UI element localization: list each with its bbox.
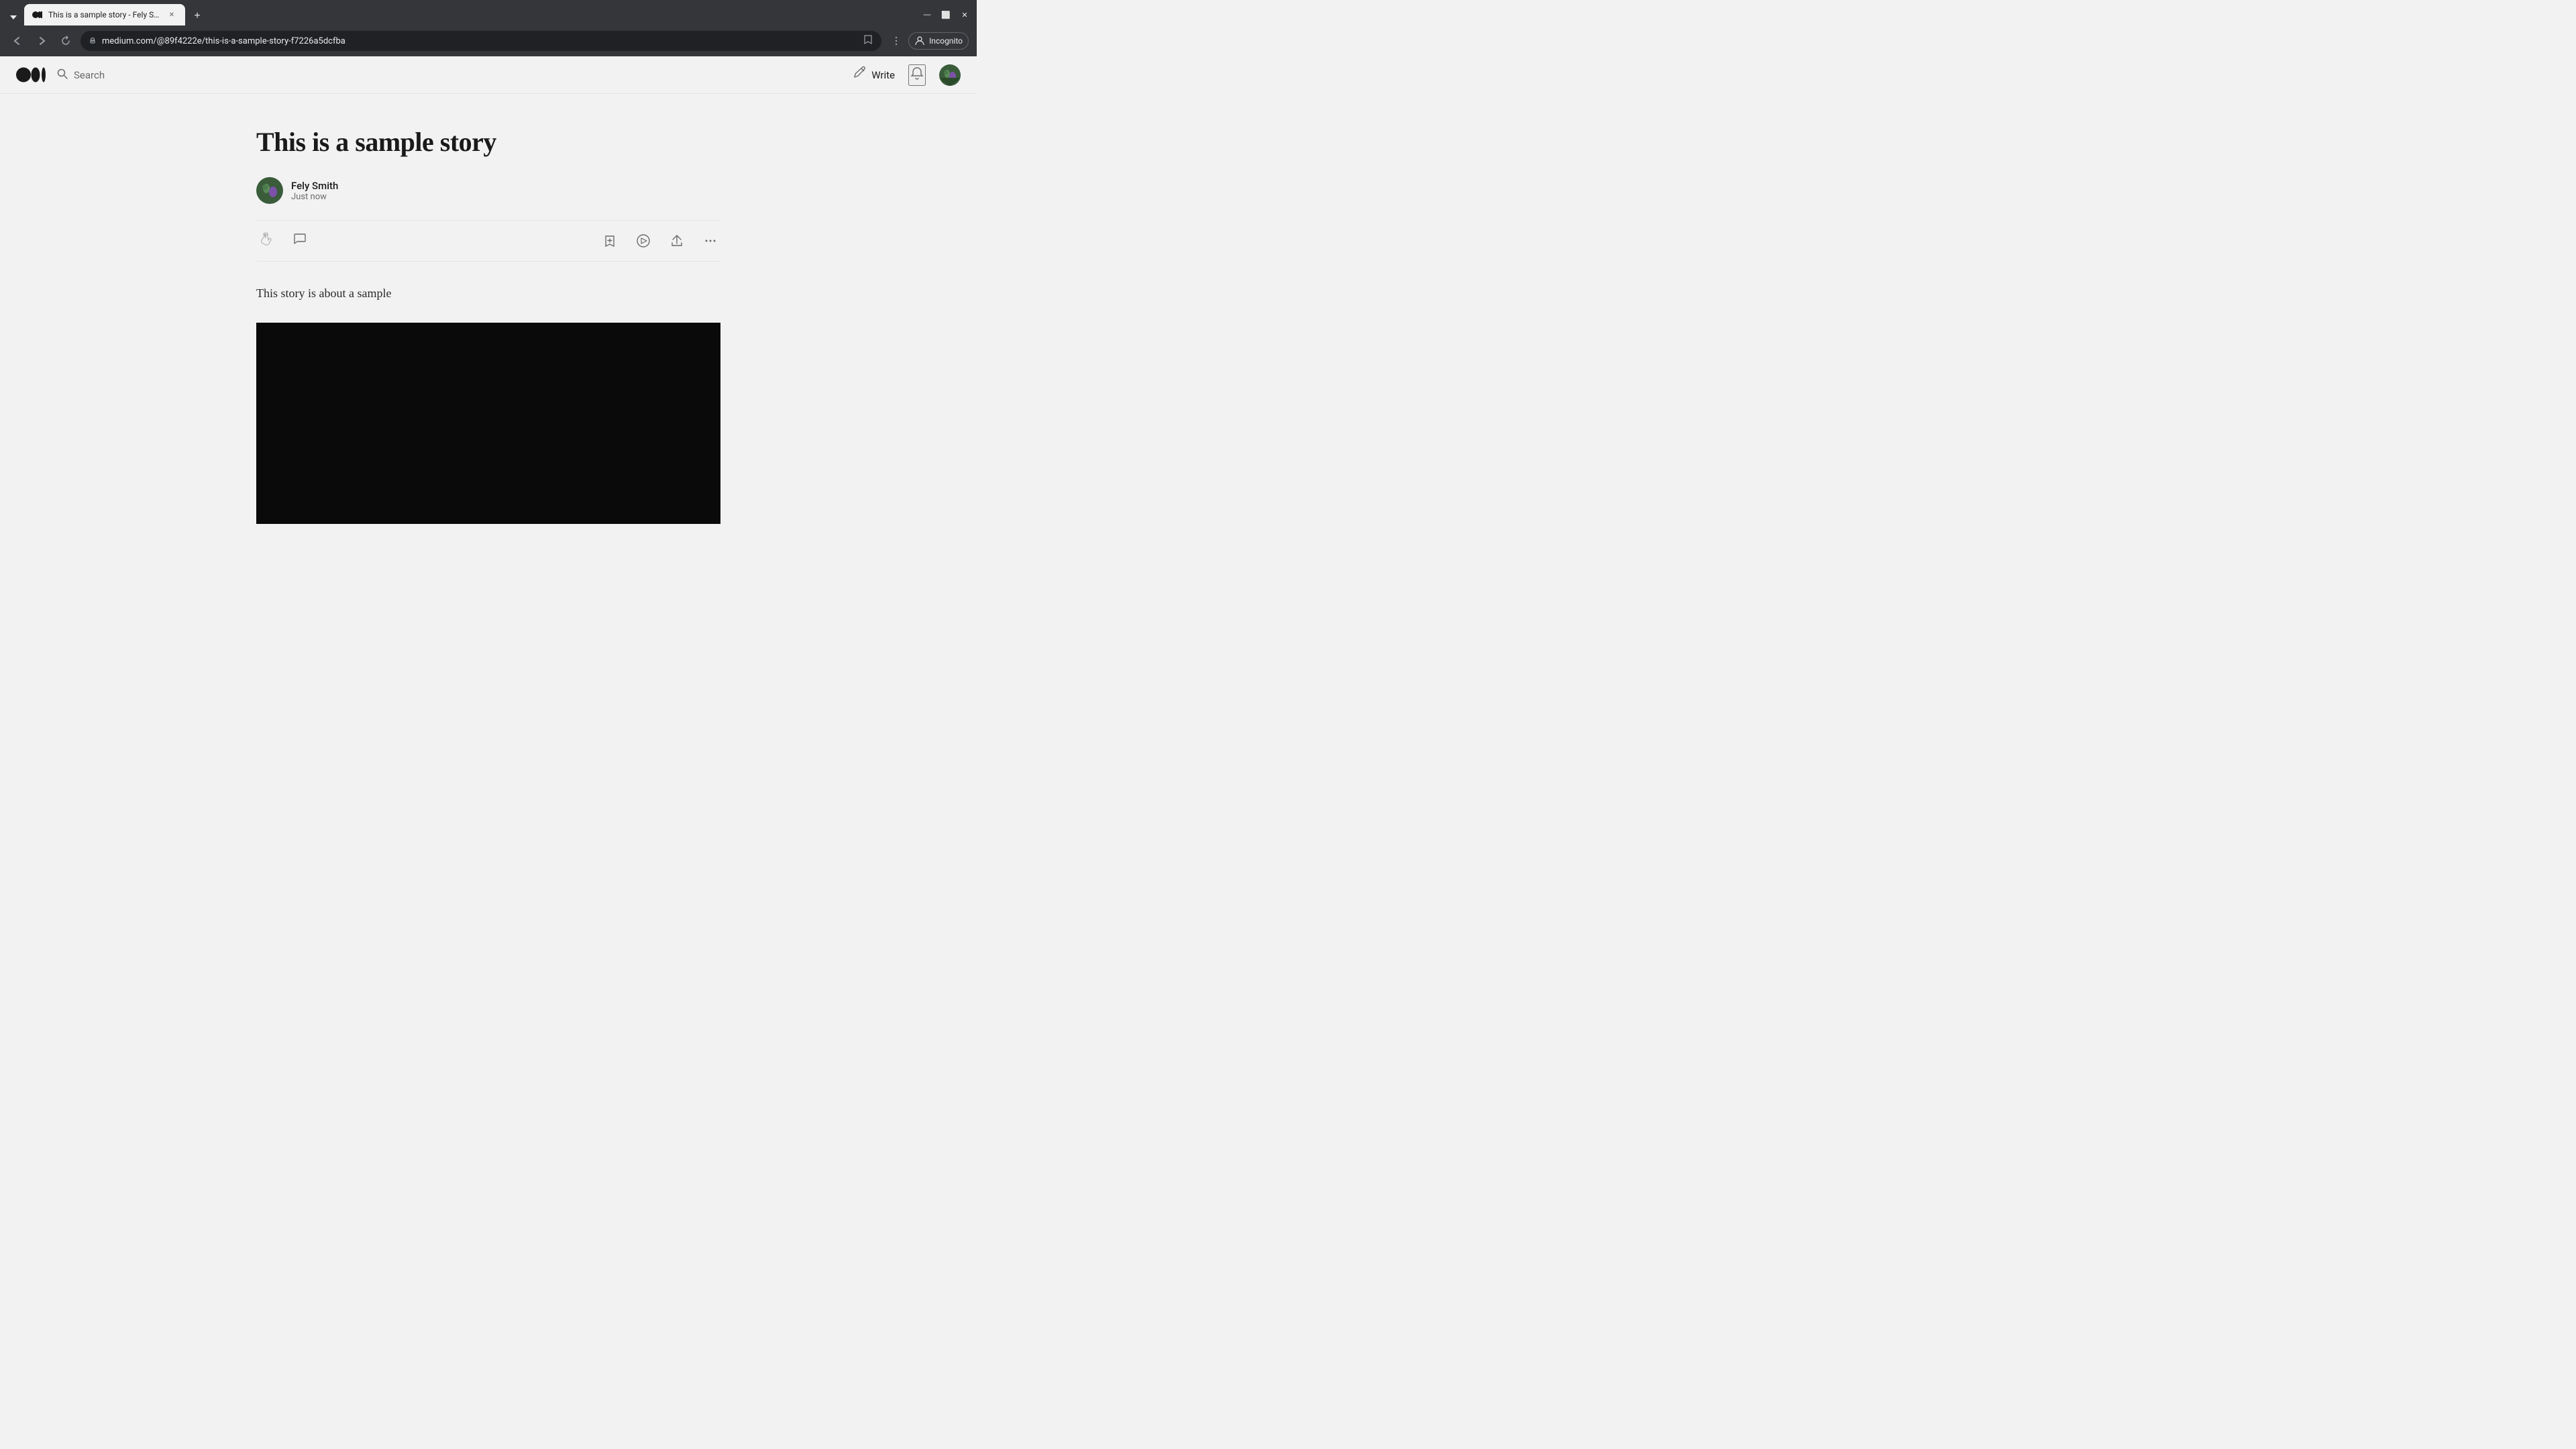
main-content: This is a sample story Fely Smith Just n…: [240, 94, 737, 524]
reload-button[interactable]: [56, 32, 75, 50]
browser-menu-button[interactable]: [887, 32, 906, 50]
bookmark-icon[interactable]: [863, 34, 873, 48]
author-name[interactable]: Fely Smith: [291, 180, 338, 192]
more-button[interactable]: [700, 231, 720, 251]
clap-icon: [259, 231, 274, 250]
medium-page: Search Write: [0, 56, 977, 539]
medium-navbar: Search Write: [0, 56, 977, 94]
close-button[interactable]: ✕: [958, 8, 971, 21]
author-info: Fely Smith Just now: [291, 180, 338, 202]
tab-list: This is a sample story - Fely Sm… ✕ +: [5, 4, 920, 25]
write-button[interactable]: Write: [853, 66, 895, 84]
tab-title: This is a sample story - Fely Sm…: [48, 10, 161, 19]
search-area[interactable]: Search: [56, 68, 105, 83]
incognito-indicator: Incognito: [908, 32, 969, 50]
write-icon: [853, 66, 867, 84]
listen-button[interactable]: [633, 231, 653, 251]
tab-close-button[interactable]: ✕: [166, 9, 177, 20]
maximize-button[interactable]: ⬜: [939, 8, 953, 21]
action-right: [600, 231, 720, 251]
medium-logo-svg: [16, 66, 46, 83]
title-bar: This is a sample story - Fely Sm… ✕ + — …: [0, 0, 977, 25]
author-section: Fely Smith Just now: [256, 177, 720, 204]
window-controls: — ⬜ ✕: [920, 8, 971, 21]
author-time: Just now: [291, 192, 338, 202]
browser-chrome: This is a sample story - Fely Sm… ✕ + — …: [0, 0, 977, 56]
save-button[interactable]: [600, 231, 620, 251]
right-nav-buttons: Incognito: [887, 32, 969, 50]
search-icon: [56, 68, 68, 83]
minimize-button[interactable]: —: [920, 8, 934, 21]
address-bar: medium.com/@89f4222e/this-is-a-sample-st…: [0, 25, 977, 56]
author-avatar[interactable]: [256, 177, 283, 204]
action-bar: [256, 220, 720, 262]
action-left: [256, 229, 310, 253]
back-button[interactable]: [8, 32, 27, 50]
active-tab[interactable]: This is a sample story - Fely Sm… ✕: [24, 4, 185, 25]
share-button[interactable]: [667, 231, 687, 251]
medium-logo[interactable]: [16, 66, 46, 83]
tab-favicon: [32, 9, 43, 20]
tab-list-dropdown[interactable]: [5, 9, 21, 25]
security-icon: [89, 36, 97, 46]
nav-right: Write: [853, 64, 961, 86]
notification-button[interactable]: [908, 64, 926, 86]
address-input[interactable]: medium.com/@89f4222e/this-is-a-sample-st…: [80, 31, 881, 51]
forward-button[interactable]: [32, 32, 51, 50]
write-label: Write: [871, 69, 895, 81]
comment-button[interactable]: [290, 229, 310, 253]
search-placeholder: Search: [74, 69, 105, 81]
address-text: medium.com/@89f4222e/this-is-a-sample-st…: [102, 36, 857, 46]
story-title: This is a sample story: [256, 126, 720, 158]
clap-button[interactable]: [256, 229, 276, 253]
comment-icon: [292, 231, 307, 250]
story-body: This story is about a sample: [256, 283, 720, 304]
new-tab-button[interactable]: +: [188, 7, 207, 25]
incognito-label: Incognito: [929, 36, 963, 46]
user-avatar[interactable]: [939, 64, 961, 86]
media-block: [256, 323, 720, 524]
